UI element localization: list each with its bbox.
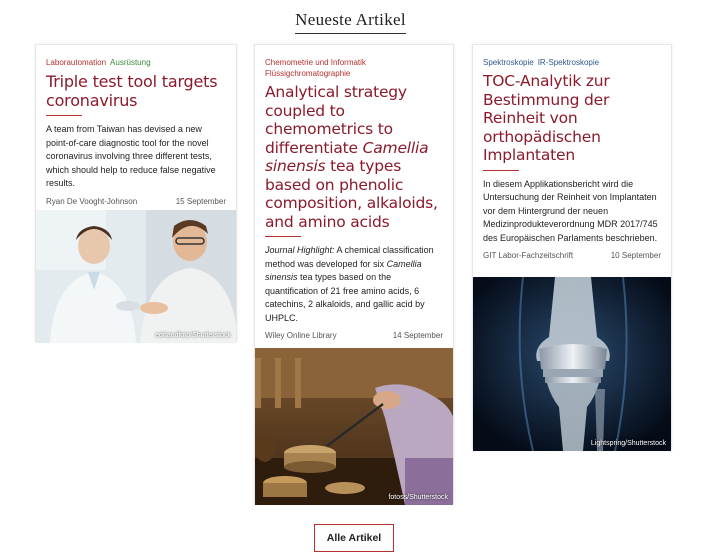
article-meta: Wiley Online Library 14 September [265, 331, 443, 340]
article-title[interactable]: Triple test tool targets coronavirus [46, 72, 226, 110]
article-card[interactable]: Laborautomation Ausrüstung Triple test to… [35, 44, 237, 343]
article-description: Journal Highlight: A chemical classifica… [265, 244, 443, 325]
category-link[interactable]: IR-Spektroskopie [538, 58, 599, 67]
article-image[interactable]: fotoss/Shutterstock [255, 348, 453, 505]
title-underline [483, 169, 519, 171]
image-credit: Lightspring/Shutterstock [590, 440, 666, 447]
article-image[interactable]: Lightspring/Shutterstock [473, 277, 671, 451]
article-date: 10 September [610, 251, 661, 260]
category-link[interactable]: Laborautomation [46, 58, 106, 67]
article-author: GIT Labor-Fachzeitschrift [483, 251, 574, 260]
article-date: 15 September [175, 196, 226, 206]
title-underline [46, 115, 82, 116]
article-categories: Spektroskopie IR-Spektroskopie [483, 57, 661, 68]
article-card[interactable]: Spektroskopie IR-Spektroskopie TOC-Analyt… [472, 44, 672, 451]
title-underline [265, 236, 301, 237]
image-credit: fotoss/Shutterstock [388, 494, 448, 501]
article-image[interactable]: edriandfoto/Shutterstock [36, 210, 236, 343]
article-meta: Ryan De Vooght-Johnson 15 September [46, 197, 226, 206]
section-heading: Neueste Artikel [0, 10, 701, 34]
article-meta: GIT Labor-Fachzeitschrift 10 September [483, 251, 661, 260]
article-title[interactable]: TOC-Analytik zur Bestimmung der Reinheit… [483, 72, 661, 165]
category-link[interactable]: Chemometrie und Informatik [265, 57, 443, 68]
article-description: A team from Taiwan has devised a new poi… [46, 124, 216, 188]
knee-implant-photo [473, 277, 671, 451]
all-articles-button[interactable]: Alle Artikel [314, 524, 394, 552]
article-date: 14 September [392, 331, 443, 340]
article-author: Ryan De Vooght-Johnson [46, 196, 138, 206]
category-link[interactable]: Flüssigchromatographie [265, 68, 443, 79]
article-categories: Laborautomation Ausrüstung [46, 57, 226, 68]
article-card[interactable]: Chemometrie und Informatik Flüssigchroma… [254, 44, 454, 505]
category-link[interactable]: Spektroskopie [483, 58, 534, 67]
article-categories: Chemometrie und Informatik Flüssigchroma… [265, 57, 443, 79]
tea-ceremony-photo [255, 348, 453, 505]
article-title[interactable]: Analytical strategy coupled to chemometr… [265, 83, 443, 231]
section-heading-text: Neueste Artikel [295, 10, 406, 34]
article-author: Wiley Online Library [265, 331, 337, 340]
journal-highlight-label: Journal Highlight: [265, 245, 335, 255]
category-link[interactable]: Ausrüstung [110, 58, 150, 67]
image-credit: edriandfoto/Shutterstock [155, 332, 231, 339]
article-description: In diesem Applikationsbericht wird die U… [483, 178, 658, 243]
doctor-patient-photo [36, 210, 236, 343]
